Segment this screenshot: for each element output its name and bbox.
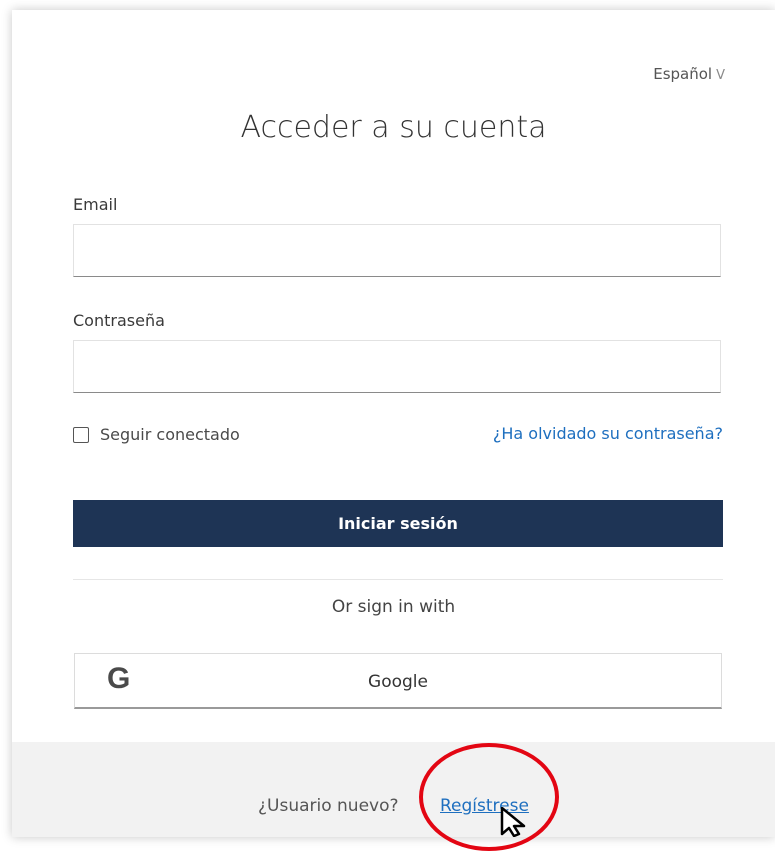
remember-me-label: Seguir conectado	[100, 425, 240, 444]
new-user-text: ¿Usuario nuevo?	[258, 796, 399, 816]
remember-me[interactable]: Seguir conectado	[73, 425, 240, 444]
checkbox-icon[interactable]	[73, 426, 89, 443]
google-signin-button[interactable]: G Google	[74, 653, 722, 709]
footer: ¿Usuario nuevo? Regístrese	[12, 742, 775, 837]
social-signin-heading: Or sign in with	[331, 597, 456, 617]
divider	[73, 579, 723, 580]
language-label: Español	[653, 65, 713, 83]
forgot-password-link[interactable]: ¿Ha olvidado su contraseña?	[493, 424, 723, 443]
login-card: Español V Acceder a su cuenta Email Contr…	[12, 10, 775, 837]
email-field[interactable]	[73, 224, 721, 277]
language-selector[interactable]: Español V	[653, 65, 725, 83]
password-field[interactable]	[73, 340, 721, 393]
password-label: Contraseña	[73, 311, 165, 330]
page-title: Acceder a su cuenta	[240, 110, 547, 145]
email-label: Email	[73, 195, 118, 214]
chevron-down-icon: V	[716, 68, 725, 83]
google-signin-label: Google	[368, 672, 428, 692]
register-link[interactable]: Regístrese	[440, 796, 529, 816]
signin-button[interactable]: Iniciar sesión	[73, 500, 723, 547]
